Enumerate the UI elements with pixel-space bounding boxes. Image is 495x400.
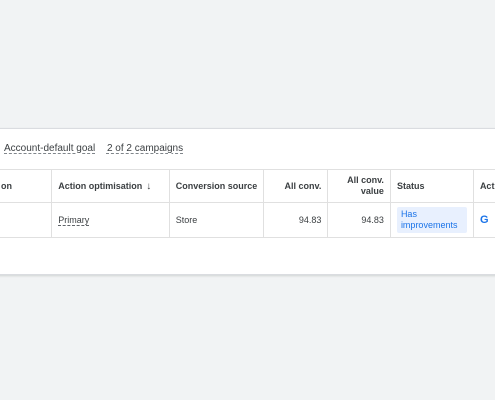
goal-meta-row: Account-default goal 2 of 2 campaigns <box>4 143 192 154</box>
header-conversion-action[interactable]: on <box>0 169 53 203</box>
table-row: Primary Store 94.83 94.83 Has improvemen… <box>0 202 495 238</box>
account-default-goal-link[interactable]: Account-default goal <box>4 143 95 154</box>
status-badge: Has improvements <box>396 207 467 233</box>
conversion-action-card: Account-default goal 2 of 2 campaigns on… <box>0 128 495 275</box>
header-action-optimisation-label: Action optimisation <box>58 180 143 191</box>
header-conversion-source[interactable]: Conversion source <box>169 169 265 203</box>
header-all-conv-value[interactable]: All conv. value <box>327 169 391 203</box>
row-action-link[interactable]: G <box>480 214 489 226</box>
cell-actions: G <box>473 202 495 238</box>
cell-conversion-action <box>0 202 53 238</box>
campaigns-count-link[interactable]: 2 of 2 campaigns <box>107 143 183 154</box>
cell-conversion-source: Store <box>169 202 265 238</box>
header-action-optimisation[interactable]: Action optimisation ↓ <box>51 169 170 203</box>
header-status[interactable]: Status <box>390 169 474 203</box>
cell-all-conv: 94.83 <box>263 202 329 238</box>
action-optimisation-value[interactable]: Primary <box>58 215 89 225</box>
header-actions[interactable]: Acti <box>473 169 495 203</box>
arrow-down-icon[interactable]: ↓ <box>146 181 151 192</box>
cell-all-conv-value: 94.83 <box>327 202 391 238</box>
table-header-row: on Action optimisation ↓ Conversion sourc… <box>0 169 495 203</box>
cell-action-optimisation: Primary <box>51 202 170 238</box>
cell-status: Has improvements <box>390 202 474 238</box>
header-all-conv[interactable]: All conv. <box>263 169 329 203</box>
conversion-actions-table: on Action optimisation ↓ Conversion sourc… <box>0 169 495 238</box>
